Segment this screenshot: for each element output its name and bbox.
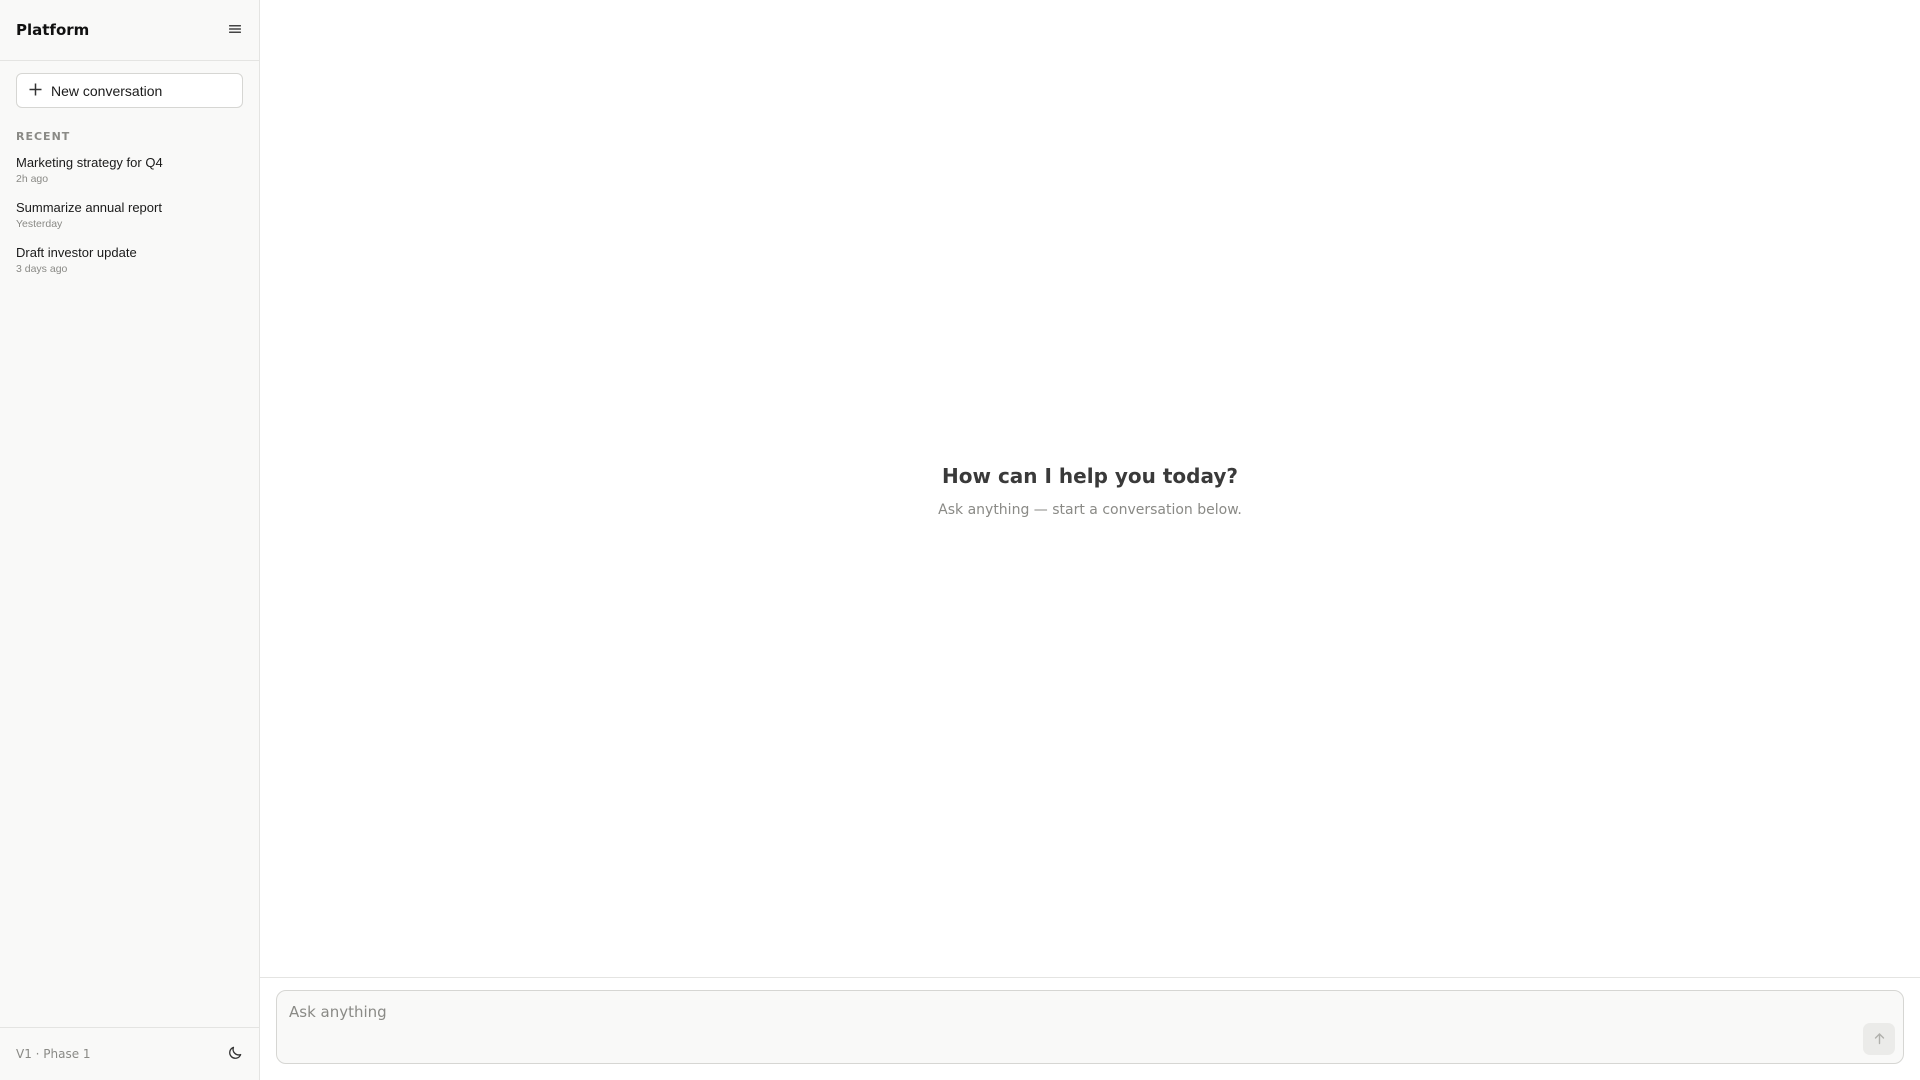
conversation-item[interactable]: Summarize annual report Yesterday	[16, 200, 243, 245]
recent-section-label: RECENT	[16, 130, 71, 143]
moon-icon	[228, 1045, 243, 1064]
sidebar-footer: V1 · Phase 1	[0, 1027, 259, 1080]
conversation-timestamp: Yesterday	[16, 218, 63, 230]
theme-toggle-button[interactable]	[221, 1040, 249, 1068]
conversation-item[interactable]: Marketing strategy for Q4 2h ago	[16, 155, 243, 200]
main-panel: How can I help you today? Ask anything —…	[260, 0, 1920, 1080]
welcome-title: How can I help you today?	[942, 463, 1238, 488]
arrow-up-icon	[1873, 1030, 1886, 1049]
conversation-title: Draft investor update	[16, 245, 137, 260]
sidebar: Platform New conversation RECENT Marketi…	[0, 0, 260, 1080]
conversation-timestamp: 3 days ago	[16, 263, 68, 275]
conversation-list: Marketing strategy for Q4 2h ago Summari…	[0, 155, 259, 290]
composer	[276, 990, 1904, 1064]
conversation-title: Marketing strategy for Q4	[16, 155, 163, 170]
version-label: V1 · Phase 1	[16, 1047, 91, 1061]
conversation-item[interactable]: Draft investor update 3 days ago	[16, 245, 243, 290]
plus-icon	[29, 81, 42, 100]
brand-title: Platform	[16, 21, 90, 39]
composer-area	[260, 977, 1920, 1080]
menu-icon	[228, 21, 242, 40]
sidebar-header: Platform	[0, 0, 259, 61]
new-conversation-button[interactable]: New conversation	[16, 73, 243, 108]
sidebar-toggle-button[interactable]	[221, 16, 249, 44]
conversation-timestamp: 2h ago	[16, 173, 49, 185]
app-root: Platform New conversation RECENT Marketi…	[0, 0, 1920, 1080]
send-button[interactable]	[1863, 1023, 1895, 1055]
welcome-subtitle: Ask anything — start a conversation belo…	[938, 501, 1242, 518]
welcome-area: How can I help you today? Ask anything —…	[260, 0, 1920, 977]
new-conversation-label: New conversation	[51, 82, 163, 99]
message-input[interactable]	[277, 991, 1903, 1063]
conversation-title: Summarize annual report	[16, 200, 162, 215]
